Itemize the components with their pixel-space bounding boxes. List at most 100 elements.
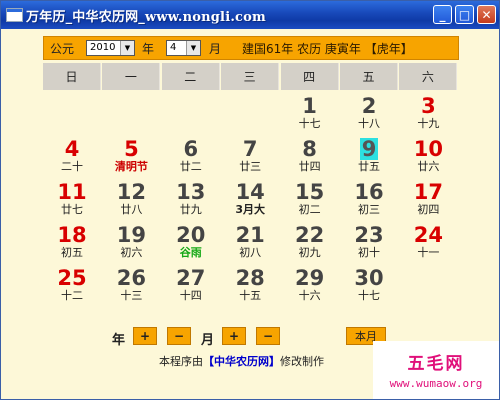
year-decrement-button[interactable]: −	[167, 327, 191, 345]
day-cell[interactable]: 27 十四	[162, 265, 220, 305]
minimize-button[interactable]: _	[433, 5, 452, 24]
lunar-date: 谷雨	[179, 246, 202, 259]
day-cell[interactable]: 4 二十	[43, 136, 101, 176]
window-title: 万年历_中华农历网_www.nongli.com	[26, 10, 266, 25]
day-cell[interactable]: 2 十八	[340, 93, 398, 133]
weekday-header-cell: 一	[102, 63, 161, 90]
day-cell[interactable]: 15 初二	[281, 179, 339, 219]
day-cell[interactable]: 13 廿九	[162, 179, 220, 219]
month-decrement-button[interactable]: −	[256, 327, 280, 345]
lunar-date: 廿七	[61, 203, 83, 216]
day-cell[interactable]: 9 廿五	[340, 136, 398, 176]
day-cell[interactable]: 25 十二	[43, 265, 101, 305]
day-number: 7	[242, 137, 258, 161]
lunar-date: 初六	[120, 246, 143, 259]
day-cell[interactable]: 5 清明节	[102, 136, 160, 176]
lunar-date: 廿九	[179, 203, 202, 216]
day-cell[interactable]: 23 初十	[340, 222, 398, 262]
day-number: 29	[294, 266, 325, 290]
calendar-grid: 日一二三四五六 1 十七 2 十八 3 十九 4 二十 5 清明节 6 廿二 7 廿三 8 廿四 9 廿五 10 廿六…	[43, 63, 459, 318]
day-cell[interactable]: 18 初五	[43, 222, 101, 262]
day-number: 26	[116, 266, 146, 290]
year-select[interactable]: 2010 ▼	[86, 40, 135, 56]
day-number: 22	[294, 223, 325, 247]
month-select[interactable]: 4 ▼	[166, 40, 201, 56]
day-number: 5	[124, 137, 139, 161]
day-cell[interactable]: 1 十七	[281, 93, 339, 133]
chevron-down-icon: ▼	[120, 41, 134, 55]
maximize-button[interactable]: □	[455, 5, 474, 24]
day-cell[interactable]: 21 初八	[221, 222, 279, 262]
lunar-date: 廿六	[417, 160, 440, 173]
lunar-date: 清明节	[114, 160, 148, 173]
day-cell[interactable]: 20 谷雨	[162, 222, 220, 262]
lunar-date: 十四	[179, 289, 202, 302]
day-cell[interactable]: 7 廿三	[221, 136, 279, 176]
lunar-date: 二十	[61, 160, 83, 173]
lunar-date: 十六	[298, 289, 321, 302]
lunar-date: 十五	[239, 289, 262, 302]
day-cell[interactable]: 30 十七	[340, 265, 398, 305]
month-increment-button[interactable]: +	[222, 327, 246, 345]
site-watermark: 五毛网 www.wumaow.org	[373, 341, 499, 399]
day-number: 28	[235, 266, 265, 290]
lunar-date: 廿四	[298, 160, 321, 173]
weekday-header-cell: 三	[221, 63, 280, 90]
day-number: 20	[176, 223, 206, 247]
lunar-date: 廿五	[358, 160, 380, 173]
day-cell[interactable]: 10 廿六	[399, 136, 457, 176]
month-label: 月	[209, 42, 222, 56]
weekday-header-cell: 日	[43, 63, 101, 90]
day-cell[interactable]: 24 十一	[399, 222, 457, 262]
footer-link[interactable]: 【中华农历网】	[203, 355, 280, 368]
day-cell[interactable]: 29 十六	[281, 265, 339, 305]
day-number: 13	[176, 180, 206, 204]
close-button[interactable]: ✕	[477, 5, 496, 24]
lunar-date: 十一	[417, 246, 440, 259]
day-cell[interactable]: 3 十九	[399, 93, 457, 133]
footer-prefix: 本程序由	[159, 355, 203, 368]
lunar-date: 廿二	[179, 160, 202, 173]
day-number: 4	[64, 137, 80, 161]
day-number: 17	[413, 180, 443, 204]
day-cell[interactable]: 16 初三	[340, 179, 398, 219]
chevron-down-icon: ▼	[186, 41, 200, 55]
lunar-date: 十九	[417, 117, 440, 130]
day-cell[interactable]: 6 廿二	[162, 136, 220, 176]
day-cell[interactable]: 8 廿四	[281, 136, 339, 176]
day-number: 21	[235, 223, 265, 247]
lunar-date: 十三	[120, 289, 143, 302]
day-number: 30	[354, 266, 384, 290]
date-selector-bar: 公元 2010 ▼ 年 4 ▼ 月 建国61年 农历 庚寅年 【虎年】	[43, 36, 459, 60]
day-number: 18	[57, 223, 87, 247]
lunar-date: 初三	[358, 203, 380, 216]
day-cell[interactable]: 14 3月大	[221, 179, 279, 219]
day-number: 14	[235, 180, 265, 204]
day-number: 25	[57, 266, 87, 290]
day-cell[interactable]: 17 初四	[399, 179, 457, 219]
year-increment-button[interactable]: +	[133, 327, 157, 345]
weekday-header-cell: 五	[340, 63, 398, 90]
day-number: 8	[302, 137, 317, 161]
day-cell[interactable]: 11 廿七	[43, 179, 101, 219]
day-cell[interactable]: 26 十三	[102, 265, 160, 305]
lunar-date: 初十	[358, 246, 380, 259]
lunar-date: 廿三	[239, 160, 262, 173]
day-number: 11	[57, 180, 87, 204]
nav-month-label: 月	[201, 333, 215, 348]
app-window-icon	[6, 8, 23, 22]
title-bar[interactable]: 万年历_中华农历网_www.nongli.com _ □ ✕	[1, 1, 499, 29]
lunar-date: 初五	[61, 246, 83, 259]
year-label: 年	[142, 42, 155, 56]
day-number: 6	[183, 137, 199, 161]
day-cell[interactable]: 12 廿八	[102, 179, 160, 219]
era-label: 公元	[50, 42, 75, 56]
day-number: 24	[413, 223, 443, 247]
watermark-title: 五毛网	[407, 354, 465, 374]
day-cell[interactable]: 28 十五	[221, 265, 279, 305]
lunar-date: 廿八	[120, 203, 143, 216]
day-cell[interactable]: 19 初六	[102, 222, 160, 262]
day-cell[interactable]: 22 初九	[281, 222, 339, 262]
lunar-year-info: 建国61年 农历 庚寅年 【虎年】	[242, 42, 413, 56]
weekday-header-cell: 二	[161, 63, 220, 90]
